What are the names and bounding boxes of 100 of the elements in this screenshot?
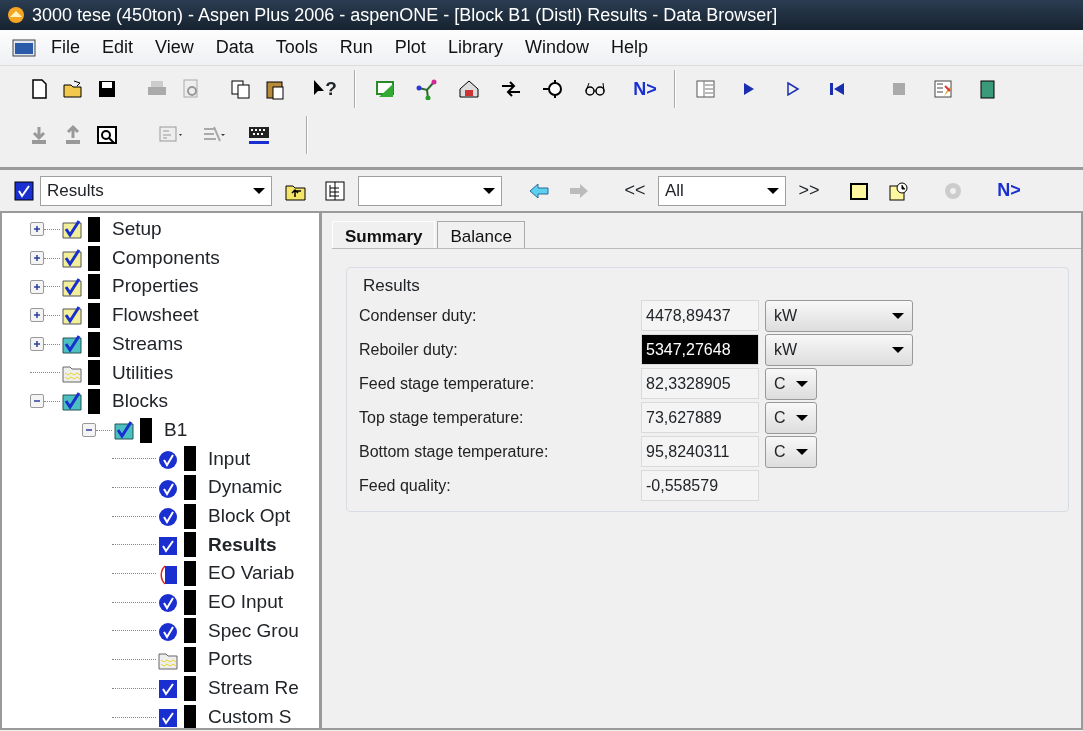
tree-item[interactable]: Stream Re (208, 674, 299, 703)
status-marker-icon (184, 532, 196, 558)
tree-item[interactable]: Input (208, 444, 251, 474)
tree-item[interactable]: Results (208, 530, 277, 560)
value-field[interactable]: -0,558579 (641, 470, 759, 501)
status-marker-icon (184, 475, 196, 501)
form-combo[interactable]: Results (40, 175, 272, 206)
checkbox-icon[interactable] (14, 180, 34, 201)
status-marker-icon (184, 704, 196, 728)
status-marker-icon (184, 647, 196, 673)
status-marker-icon (184, 618, 196, 644)
status-icon (62, 304, 82, 327)
menu-item[interactable]: View (144, 34, 205, 61)
form-icon[interactable] (694, 78, 716, 100)
expander-icon[interactable] (30, 251, 44, 266)
menu-item[interactable]: Help (599, 34, 659, 61)
value-field[interactable]: 73,627889 (641, 402, 759, 433)
tree-item[interactable]: Blocks (112, 387, 168, 416)
menu-item[interactable]: Window (513, 34, 600, 61)
next-button[interactable]: N> (628, 73, 662, 105)
unit-dropdown[interactable]: C (765, 401, 817, 434)
value-field[interactable]: 95,8240311 (641, 436, 759, 467)
object-combo[interactable] (358, 175, 502, 206)
tree-item[interactable]: Dynamic (208, 473, 282, 502)
network-icon[interactable] (416, 78, 438, 100)
whats-this-button[interactable]: ? (308, 73, 342, 105)
document-icon[interactable] (12, 37, 36, 58)
field-label: Reboiler duty: (359, 339, 459, 360)
expander-icon[interactable] (30, 308, 44, 323)
value-field[interactable]: 4478,89437 (641, 300, 759, 331)
house-icon[interactable] (458, 78, 480, 100)
tree-item[interactable]: EO Input (208, 588, 283, 617)
expander-icon[interactable] (30, 222, 44, 237)
status-icon (158, 562, 178, 585)
menu-item[interactable]: Data (204, 34, 265, 61)
search-icon[interactable] (96, 124, 118, 146)
pattern-icon[interactable] (248, 124, 270, 146)
tree-item[interactable]: EO Variab (208, 559, 295, 588)
status-marker-icon (88, 302, 100, 328)
status-marker-icon (88, 388, 100, 414)
next-page-button[interactable]: >> (792, 174, 826, 207)
tab[interactable]: Balance (437, 221, 525, 248)
field-label: Feed quality: (359, 475, 452, 496)
status-icon (158, 505, 178, 528)
menu-item[interactable]: Edit (91, 34, 145, 61)
status-icon[interactable] (888, 179, 910, 202)
status-marker-icon (184, 675, 196, 701)
field-label: Bottom stage temperature: (359, 441, 550, 462)
tree-item[interactable]: Utilities (112, 358, 174, 388)
tree-item[interactable]: Setup (112, 215, 162, 244)
unit-dropdown[interactable]: kW (765, 333, 913, 366)
previous-button[interactable]: << (618, 174, 652, 207)
tree-item[interactable]: Block Opt (208, 501, 291, 531)
status-marker-icon (88, 245, 100, 271)
tree-item[interactable]: Spec Grou (208, 616, 299, 646)
open-icon[interactable] (62, 78, 84, 100)
status-icon (158, 591, 178, 614)
status-marker-icon (88, 360, 100, 386)
tree-item[interactable]: Components (112, 243, 220, 273)
status-icon (158, 677, 178, 700)
copy-icon[interactable] (230, 78, 252, 100)
value-field[interactable]: 5347,27648 (641, 334, 759, 365)
next-button[interactable]: N> (992, 174, 1026, 207)
menu-item[interactable]: Run (328, 34, 384, 61)
expander-icon[interactable] (30, 394, 44, 409)
field-label: Condenser duty: (359, 305, 478, 326)
menu-item[interactable]: Library (436, 34, 514, 61)
menu-item[interactable]: Tools (264, 34, 329, 61)
expander-icon[interactable] (30, 279, 44, 294)
status-marker-icon (88, 274, 100, 300)
unit-dropdown[interactable]: C (765, 367, 817, 400)
menu-item[interactable]: Plot (383, 34, 437, 61)
status-icon (114, 419, 134, 442)
tab[interactable]: Summary (332, 221, 436, 248)
tree-item[interactable]: Flowsheet (112, 301, 199, 330)
status-marker-icon (184, 589, 196, 615)
tree-item[interactable]: Properties (112, 272, 199, 301)
app-icon (6, 5, 26, 25)
paste-icon[interactable] (264, 78, 286, 100)
value-field[interactable]: 82,3328905 (641, 368, 759, 399)
status-marker-icon (184, 503, 196, 529)
unit-dropdown[interactable]: C (765, 435, 817, 468)
field-label: Feed stage temperature: (359, 373, 536, 394)
status-icon (62, 247, 82, 270)
status-icon (62, 333, 82, 356)
window-title: 3000 tese (450ton) - Aspen Plus 2006 - aspenONE - [Block B1 (Distl) Results - Data Browser] (32, 3, 778, 27)
unit-dropdown[interactable]: kW (765, 299, 913, 332)
tree-item[interactable]: Streams (112, 329, 183, 359)
expander-icon[interactable] (30, 337, 44, 352)
status-icon (62, 218, 82, 241)
tree-item[interactable]: B1 (164, 415, 188, 445)
tree-view-icon[interactable] (324, 179, 346, 202)
menu-item[interactable]: File (40, 34, 91, 61)
tree-item[interactable]: Custom S (208, 702, 292, 728)
save-icon[interactable] (96, 78, 118, 100)
status-marker-icon (184, 446, 196, 472)
status-marker-icon (140, 417, 152, 443)
expander-icon[interactable] (82, 423, 96, 438)
tree-item[interactable]: Ports (208, 645, 253, 674)
filter-combo[interactable]: All (658, 175, 786, 206)
